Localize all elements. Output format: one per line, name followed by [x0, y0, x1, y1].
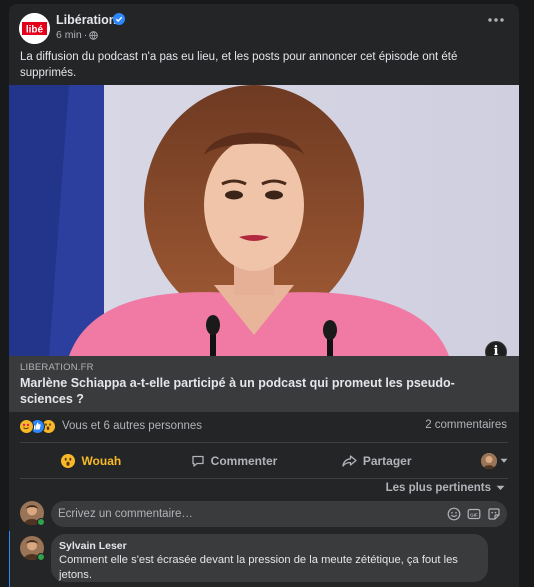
comment-input[interactable] [51, 501, 507, 527]
emoji-icon[interactable] [447, 507, 461, 521]
divider [20, 478, 508, 479]
love-reaction-icon [19, 418, 34, 434]
comment-bubble[interactable]: Sylvain Leser Comment elle s'est écrasée… [51, 534, 488, 582]
more-icon[interactable] [485, 14, 507, 32]
svg-text:GIF: GIF [470, 512, 478, 517]
wow-reaction-icon [61, 454, 76, 468]
globe-icon [89, 30, 98, 40]
reactions-summary[interactable]: Vous et 6 autres personnes [19, 417, 202, 435]
reactions-text[interactable]: Vous et 6 autres personnes [62, 420, 202, 432]
page-logo[interactable]: libé [19, 13, 50, 44]
verified-badge-icon [113, 13, 125, 25]
link-preview[interactable]: LIBERATION.FR Marlène Schiappa a-t-elle … [9, 356, 519, 412]
comment-sort-dropdown[interactable]: Les plus pertinents [386, 482, 505, 494]
link-preview-image[interactable] [9, 85, 519, 356]
post-text: La diffusion du podcast n'a pas eu lieu,… [20, 51, 458, 79]
post-actions: Wouah Commenter Partager [20, 445, 508, 477]
comment-icon [192, 455, 204, 467]
post-time[interactable]: 6 min [56, 29, 82, 41]
chevron-down-icon [496, 485, 505, 490]
avatar [481, 453, 498, 469]
online-indicator [37, 518, 45, 526]
share-label: Partager [362, 454, 412, 468]
comment-author[interactable]: Sylvain Leser [59, 540, 480, 552]
logo-text: libé [26, 25, 44, 36]
divider [20, 442, 508, 443]
page-name[interactable]: Libération [56, 13, 116, 27]
comment-input-tools: GIF [447, 507, 501, 521]
post-header: libé Libération 6 min · [9, 4, 519, 48]
time-separator: · [83, 29, 88, 41]
share-as-selector[interactable] [448, 445, 508, 477]
chevron-down-icon [500, 458, 508, 463]
wow-button[interactable]: Wouah [20, 445, 163, 477]
link-domain: LIBERATION.FR [20, 362, 94, 373]
post-meta: 6 min · [56, 29, 98, 41]
post-card: libé Libération 6 min · La diffusion du … [9, 4, 519, 587]
online-indicator [37, 553, 45, 561]
gif-icon[interactable]: GIF [467, 507, 481, 521]
comment-text: Comment elle s'est écrasée devant la pre… [59, 554, 458, 581]
sticker-icon[interactable] [487, 507, 501, 521]
comments-count[interactable]: 2 commentaires [425, 419, 507, 431]
share-icon [342, 455, 357, 467]
sort-label: Les plus pertinents [385, 482, 491, 494]
comment-label: Commenter [210, 454, 278, 468]
share-button[interactable]: Partager [305, 445, 448, 477]
link-title[interactable]: Marlène Schiappa a-t-elle participé à un… [20, 376, 490, 407]
wow-label: Wouah [81, 454, 122, 468]
thread-line [9, 531, 10, 587]
comment-button[interactable]: Commenter [163, 445, 306, 477]
